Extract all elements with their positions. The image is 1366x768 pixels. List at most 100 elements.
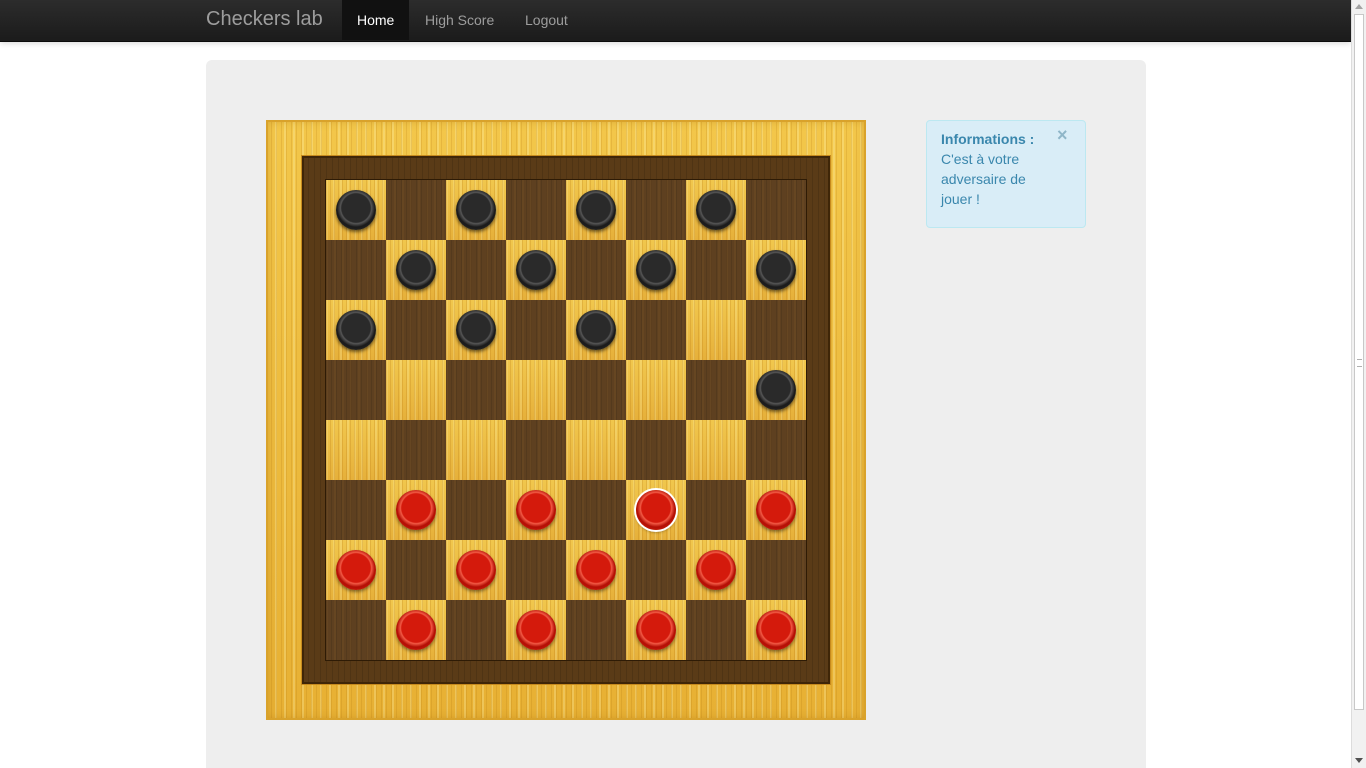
- board-square-r1c0[interactable]: [326, 240, 386, 300]
- board-square-r6c0[interactable]: [326, 540, 386, 600]
- board-square-r0c2[interactable]: [446, 180, 506, 240]
- board-square-r1c1[interactable]: [386, 240, 446, 300]
- board-square-r2c2[interactable]: [446, 300, 506, 360]
- board-square-r3c3[interactable]: [506, 360, 566, 420]
- close-icon[interactable]: ×: [1057, 125, 1068, 145]
- black-piece[interactable]: [756, 250, 796, 290]
- board-grid: [326, 180, 806, 660]
- scroll-thumb[interactable]: [1354, 14, 1364, 710]
- black-piece[interactable]: [756, 370, 796, 410]
- board-square-r4c2[interactable]: [446, 420, 506, 480]
- nav-high-score[interactable]: High Score: [410, 0, 509, 40]
- board-square-r1c2[interactable]: [446, 240, 506, 300]
- black-piece[interactable]: [636, 250, 676, 290]
- board-square-r1c5[interactable]: [626, 240, 686, 300]
- board-square-r7c4[interactable]: [566, 600, 626, 660]
- board-square-r5c6[interactable]: [686, 480, 746, 540]
- vertical-scrollbar[interactable]: [1351, 0, 1366, 768]
- alert-message: C'est à votre adversaire de jouer !: [941, 151, 1026, 207]
- board-square-r6c4[interactable]: [566, 540, 626, 600]
- board-square-r4c1[interactable]: [386, 420, 446, 480]
- board-square-r4c7[interactable]: [746, 420, 806, 480]
- board-square-r2c0[interactable]: [326, 300, 386, 360]
- red-piece[interactable]: [396, 610, 436, 650]
- black-piece[interactable]: [576, 310, 616, 350]
- red-piece[interactable]: [576, 550, 616, 590]
- board-square-r2c4[interactable]: [566, 300, 626, 360]
- board-square-r3c7[interactable]: [746, 360, 806, 420]
- board-square-r3c1[interactable]: [386, 360, 446, 420]
- black-piece[interactable]: [696, 190, 736, 230]
- nav-logout[interactable]: Logout: [510, 0, 583, 40]
- red-piece[interactable]: [756, 490, 796, 530]
- scroll-down-arrow-icon[interactable]: [1355, 758, 1363, 763]
- board-square-r0c1[interactable]: [386, 180, 446, 240]
- selected-red-piece[interactable]: [636, 490, 676, 530]
- black-piece[interactable]: [516, 250, 556, 290]
- board-square-r7c3[interactable]: [506, 600, 566, 660]
- board-square-r4c5[interactable]: [626, 420, 686, 480]
- board-square-r7c5[interactable]: [626, 600, 686, 660]
- brand-link[interactable]: Checkers lab: [206, 8, 323, 31]
- board-square-r2c3[interactable]: [506, 300, 566, 360]
- board-square-r5c2[interactable]: [446, 480, 506, 540]
- board-square-r3c2[interactable]: [446, 360, 506, 420]
- board-square-r7c7[interactable]: [746, 600, 806, 660]
- board-square-r2c5[interactable]: [626, 300, 686, 360]
- board-square-r6c2[interactable]: [446, 540, 506, 600]
- board-square-r5c5[interactable]: [626, 480, 686, 540]
- board-square-r7c0[interactable]: [326, 600, 386, 660]
- black-piece[interactable]: [456, 310, 496, 350]
- board-square-r7c1[interactable]: [386, 600, 446, 660]
- board-square-r6c7[interactable]: [746, 540, 806, 600]
- board-square-r0c3[interactable]: [506, 180, 566, 240]
- board-square-r3c4[interactable]: [566, 360, 626, 420]
- board-square-r4c3[interactable]: [506, 420, 566, 480]
- board-square-r3c6[interactable]: [686, 360, 746, 420]
- board-square-r0c7[interactable]: [746, 180, 806, 240]
- nav-home[interactable]: Home: [342, 0, 410, 40]
- board-square-r6c3[interactable]: [506, 540, 566, 600]
- board-square-r0c4[interactable]: [566, 180, 626, 240]
- board-square-r5c1[interactable]: [386, 480, 446, 540]
- board-square-r3c0[interactable]: [326, 360, 386, 420]
- red-piece[interactable]: [396, 490, 436, 530]
- board-square-r4c0[interactable]: [326, 420, 386, 480]
- board-square-r1c4[interactable]: [566, 240, 626, 300]
- board-square-r4c4[interactable]: [566, 420, 626, 480]
- board-square-r0c5[interactable]: [626, 180, 686, 240]
- board-square-r6c6[interactable]: [686, 540, 746, 600]
- red-piece[interactable]: [516, 490, 556, 530]
- board-square-r1c6[interactable]: [686, 240, 746, 300]
- board-square-r6c5[interactable]: [626, 540, 686, 600]
- red-piece[interactable]: [696, 550, 736, 590]
- board-square-r1c3[interactable]: [506, 240, 566, 300]
- board-square-r1c7[interactable]: [746, 240, 806, 300]
- black-piece[interactable]: [336, 310, 376, 350]
- red-piece[interactable]: [336, 550, 376, 590]
- board-square-r3c5[interactable]: [626, 360, 686, 420]
- scroll-up-arrow-icon[interactable]: [1355, 4, 1363, 9]
- board-square-r7c6[interactable]: [686, 600, 746, 660]
- board-square-r5c7[interactable]: [746, 480, 806, 540]
- board-square-r4c6[interactable]: [686, 420, 746, 480]
- black-piece[interactable]: [456, 190, 496, 230]
- board-square-r0c0[interactable]: [326, 180, 386, 240]
- red-piece[interactable]: [636, 610, 676, 650]
- red-piece[interactable]: [756, 610, 796, 650]
- board-square-r5c4[interactable]: [566, 480, 626, 540]
- grip-icon: [1357, 359, 1362, 367]
- board-square-r7c2[interactable]: [446, 600, 506, 660]
- board-square-r6c1[interactable]: [386, 540, 446, 600]
- board-square-r2c7[interactable]: [746, 300, 806, 360]
- board-square-r2c1[interactable]: [386, 300, 446, 360]
- black-piece[interactable]: [576, 190, 616, 230]
- board-square-r2c6[interactable]: [686, 300, 746, 360]
- board-square-r5c3[interactable]: [506, 480, 566, 540]
- black-piece[interactable]: [396, 250, 436, 290]
- red-piece[interactable]: [516, 610, 556, 650]
- black-piece[interactable]: [336, 190, 376, 230]
- board-square-r5c0[interactable]: [326, 480, 386, 540]
- board-square-r0c6[interactable]: [686, 180, 746, 240]
- red-piece[interactable]: [456, 550, 496, 590]
